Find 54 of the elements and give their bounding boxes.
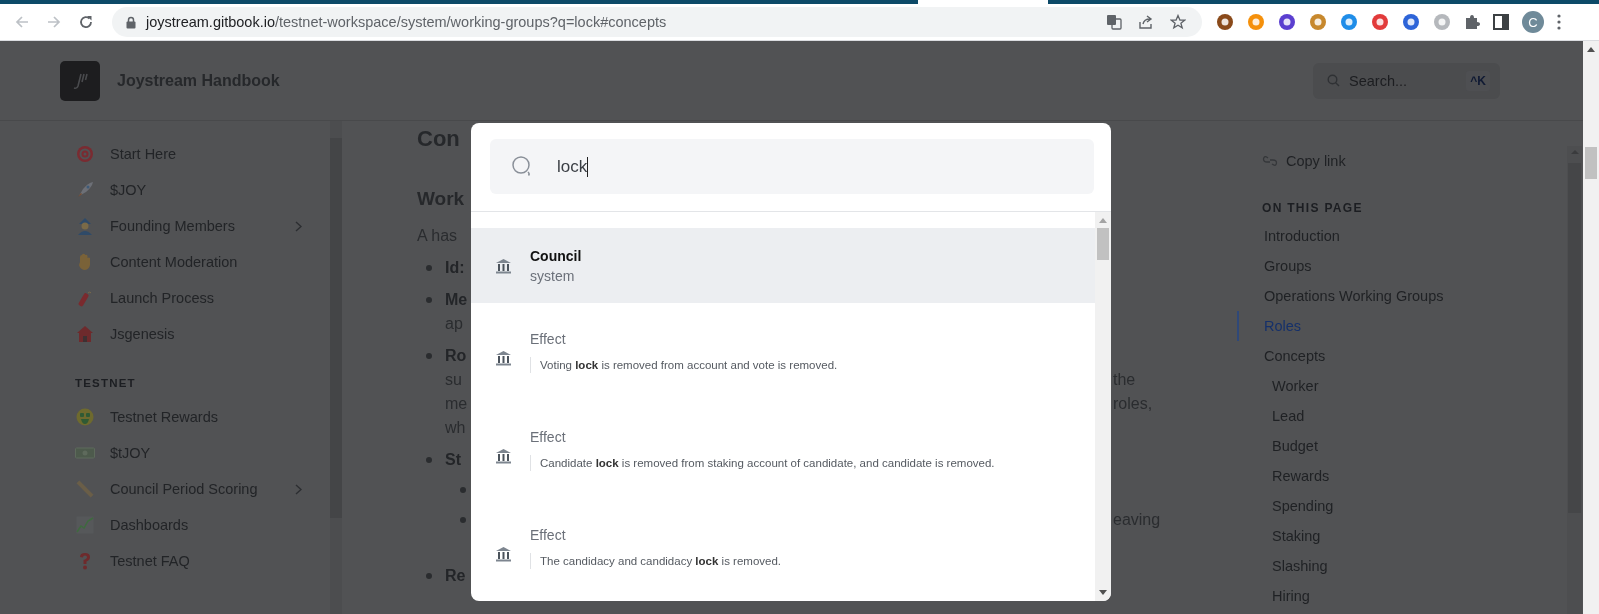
- search-input[interactable]: lock: [490, 139, 1094, 194]
- share-icon[interactable]: [1138, 14, 1154, 30]
- emoji-icon: [76, 408, 94, 426]
- result-excerpt: The candidacy and candidacy lock is removed.: [530, 553, 781, 569]
- profile-avatar[interactable]: C: [1522, 11, 1544, 33]
- bullet-dot: [426, 265, 432, 271]
- star-icon[interactable]: [1170, 14, 1186, 30]
- result-title: Effect: [530, 331, 567, 347]
- bank-icon: [495, 448, 512, 464]
- puzzle-icon[interactable]: [1464, 14, 1480, 30]
- chevron-icon: [295, 220, 302, 232]
- bullet-dot: [426, 457, 432, 463]
- translate-icon[interactable]: [1106, 14, 1122, 30]
- url-text: joystream.gitbook.io/testnet-workspace/system/working-groups?q=lock#concepts: [146, 14, 667, 30]
- chart-icon: [76, 516, 94, 534]
- house-icon: [76, 325, 94, 343]
- bullet-dot: [426, 573, 432, 579]
- search-result[interactable]: Effect The candidacy and candidacy lock is removed.: [471, 499, 1095, 597]
- result-title: Effect: [530, 429, 567, 445]
- menu-icon[interactable]: [1557, 14, 1561, 30]
- bullet-dot: [426, 353, 432, 359]
- search-icon: [1327, 74, 1340, 87]
- person-icon: [76, 217, 94, 235]
- shortcut-key: ^K: [1466, 70, 1490, 91]
- scrollbar-thumb[interactable]: [1585, 147, 1597, 179]
- search-result[interactable]: Council system: [471, 228, 1095, 303]
- result-title: Council: [530, 247, 582, 264]
- scroll-down-icon[interactable]: [1099, 590, 1107, 595]
- bullet-dot: [460, 517, 466, 523]
- chevron-icon: [295, 483, 302, 495]
- search-result[interactable]: Effect Voting lock is removed from account and vote is removed.: [471, 303, 1095, 401]
- logo-icon[interactable]: [60, 60, 100, 101]
- result-excerpt: Candidate lock is removed from staking account of candidate, and candidate is removed.: [530, 455, 995, 471]
- bank-icon: [495, 350, 512, 366]
- question-icon: [78, 552, 92, 570]
- link-icon: [1262, 154, 1278, 168]
- firecracker-icon: [76, 289, 94, 307]
- rocket-icon: [76, 181, 94, 199]
- search-result[interactable]: Effect Candidate lock is removed from staking account of candidate, and candidate is removed.: [471, 401, 1095, 499]
- lock-icon: [126, 15, 136, 29]
- side-panel-icon[interactable]: [1493, 14, 1509, 30]
- result-title: Effect: [530, 527, 567, 543]
- reload-icon[interactable]: [78, 14, 94, 30]
- bank-icon: [495, 257, 512, 274]
- bank-icon: [495, 546, 512, 562]
- target-icon: [76, 145, 94, 163]
- address-bar[interactable]: joystream.gitbook.io/testnet-workspace/system/working-groups?q=lock#concepts: [112, 7, 1202, 37]
- scroll-up-icon[interactable]: [1587, 47, 1595, 52]
- scrollbar-thumb[interactable]: [1097, 228, 1109, 260]
- result-path: system: [530, 267, 576, 284]
- bullet-dot: [426, 297, 432, 303]
- banknote-icon: [75, 446, 95, 460]
- result-excerpt: Voting lock is removed from account and vote is removed.: [530, 357, 838, 373]
- bullet-dot: [460, 487, 466, 493]
